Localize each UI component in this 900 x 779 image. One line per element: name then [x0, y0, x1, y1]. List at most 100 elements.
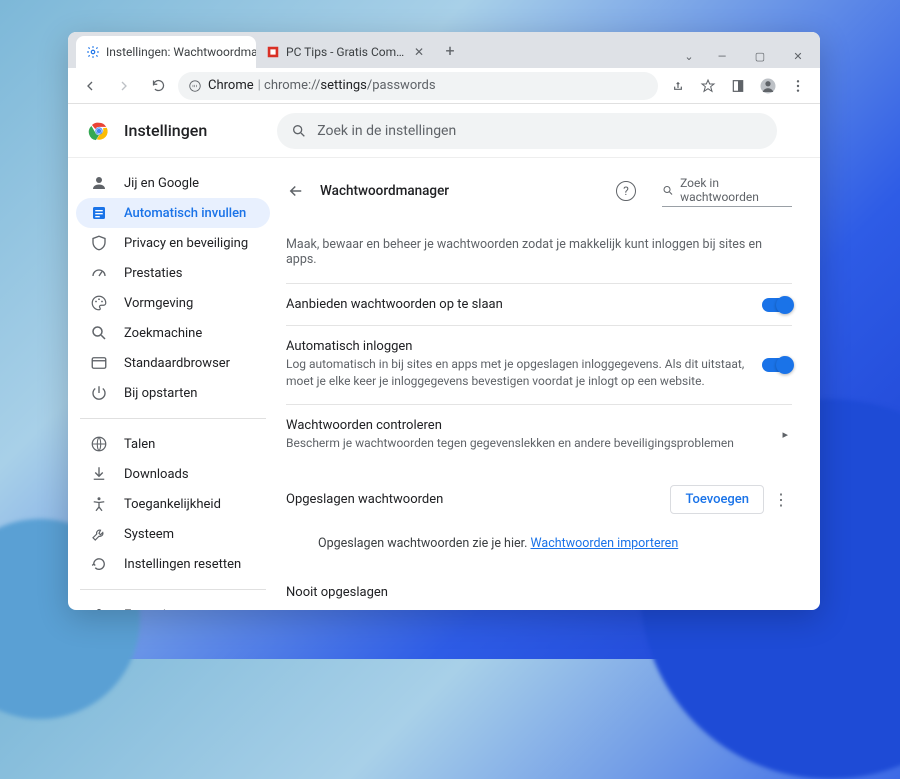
sidebar-item-extensions[interactable]: Extensies [76, 600, 270, 610]
help-icon[interactable]: ? [616, 181, 636, 201]
shield-icon [90, 234, 108, 252]
site-icon [266, 45, 280, 59]
download-icon [90, 465, 108, 483]
toggle-offer-save[interactable] [762, 298, 792, 312]
speedometer-icon [90, 264, 108, 282]
row-check-passwords[interactable]: Wachtwoorden controleren Bescherm je wac… [286, 404, 792, 465]
back-arrow-button[interactable] [286, 181, 306, 201]
import-passwords-link[interactable]: Wachtwoorden importeren [531, 536, 679, 551]
site-info-icon[interactable] [188, 79, 202, 93]
tab-settings[interactable]: Instellingen: Wachtwoordmanag ✕ [76, 36, 256, 68]
intro-text: Maak, bewaar en beheer je wachtwoorden z… [286, 215, 792, 283]
row-offer-save: Aanbieden wachtwoorden op te slaan [286, 283, 792, 325]
section-title: Opgeslagen wachtwoorden [286, 492, 670, 507]
sidebar-label: Zoekmachine [124, 326, 202, 341]
sidebar-item-accessibility[interactable]: Toegankelijkheid [76, 489, 270, 519]
sidebar-item-privacy[interactable]: Privacy en beveiliging [76, 228, 270, 258]
close-icon[interactable]: ✕ [412, 45, 426, 59]
chrome-window: Instellingen: Wachtwoordmanag ✕ PC Tips … [68, 32, 820, 610]
person-icon [90, 174, 108, 192]
toggle-auto-login[interactable] [762, 358, 792, 372]
sidebar-item-on-startup[interactable]: Bij opstarten [76, 378, 270, 408]
sidebar-label: Jij en Google [124, 176, 199, 191]
profile-icon[interactable] [754, 72, 782, 100]
forward-button[interactable] [110, 72, 138, 100]
pw-search-placeholder: Zoek in wachtwoorden [680, 176, 792, 204]
autofill-icon [90, 204, 108, 222]
close-button[interactable]: ✕ [780, 44, 816, 68]
saved-empty-message: Opgeslagen wachtwoorden zie je hier. Wac… [286, 520, 792, 559]
accessibility-icon [90, 495, 108, 513]
tab-pctips[interactable]: PC Tips - Gratis Computer Tips. ✕ [256, 36, 436, 68]
browser-toolbar: Chrome | chrome://settings/passwords [68, 68, 820, 104]
chevron-down-icon[interactable]: ⌄ [676, 44, 702, 68]
wrench-icon [90, 525, 108, 543]
palette-icon [90, 294, 108, 312]
address-bar[interactable]: Chrome | chrome://settings/passwords [178, 72, 658, 100]
sidebar-label: Automatisch invullen [124, 206, 246, 221]
sidebar-label: Instellingen resetten [124, 557, 241, 572]
sidebar-label: Extensies [124, 608, 180, 611]
minimize-button[interactable]: — [704, 44, 740, 68]
divider [80, 589, 266, 590]
sidebar-item-you-and-google[interactable]: Jij en Google [76, 168, 270, 198]
chrome-logo-icon [88, 120, 110, 142]
reading-list-icon[interactable] [724, 72, 752, 100]
external-link-icon [186, 609, 199, 611]
section-never-saved: Nooit opgeslagen [286, 559, 792, 606]
sidebar-label: Privacy en beveiliging [124, 236, 248, 251]
gear-icon [86, 45, 100, 59]
sidebar-item-languages[interactable]: Talen [76, 429, 270, 459]
section-title: Nooit opgeslagen [286, 585, 792, 600]
row-description: Bescherm je wachtwoorden tegen gegevensl… [286, 435, 768, 452]
tab-title: PC Tips - Gratis Computer Tips. [286, 45, 406, 59]
never-empty-message: Hier zie je sites die nooit wachtwoorden… [286, 606, 792, 610]
share-icon[interactable] [664, 72, 692, 100]
settings-search[interactable]: Zoek in de instellingen [277, 113, 777, 149]
search-icon [90, 324, 108, 342]
maximize-button[interactable]: ▢ [742, 44, 778, 68]
sidebar-label: Downloads [124, 467, 189, 482]
reset-icon [90, 555, 108, 573]
sidebar-label: Vormgeving [124, 296, 193, 311]
new-tab-button[interactable]: + [436, 36, 464, 64]
sidebar-item-performance[interactable]: Prestaties [76, 258, 270, 288]
menu-icon[interactable] [784, 72, 812, 100]
titlebar: Instellingen: Wachtwoordmanag ✕ PC Tips … [68, 32, 820, 68]
sidebar-label: Prestaties [124, 266, 182, 281]
row-title: Aanbieden wachtwoorden op te slaan [286, 297, 752, 312]
sidebar-item-appearance[interactable]: Vormgeving [76, 288, 270, 318]
settings-title: Instellingen [124, 121, 207, 140]
chevron-right-icon: ▸ [778, 428, 792, 441]
more-icon[interactable]: ⋮ [770, 490, 792, 509]
sidebar-item-autofill[interactable]: Automatisch invullen [76, 198, 270, 228]
omnibox-host: Chrome [208, 78, 254, 93]
row-description: Log automatisch in bij sites en apps met… [286, 356, 752, 391]
section-saved-passwords: Opgeslagen wachtwoorden Toevoegen ⋮ [286, 465, 792, 520]
search-icon [291, 123, 307, 139]
settings-header: Instellingen Zoek in de instellingen [68, 104, 820, 158]
sidebar-item-reset[interactable]: Instellingen resetten [76, 549, 270, 579]
tab-strip: Instellingen: Wachtwoordmanag ✕ PC Tips … [68, 36, 676, 68]
sidebar-item-downloads[interactable]: Downloads [76, 459, 270, 489]
main-panel: Wachtwoordmanager ? Zoek in wachtwoorden… [278, 158, 820, 610]
sidebar-item-default-browser[interactable]: Standaardbrowser [76, 348, 270, 378]
add-password-button[interactable]: Toevoegen [670, 485, 764, 514]
sidebar-label: Bij opstarten [124, 386, 197, 401]
globe-icon [90, 435, 108, 453]
sidebar-label: Systeem [124, 527, 174, 542]
omnibox-path: | chrome://settings/passwords [258, 78, 436, 93]
page-title: Wachtwoordmanager [320, 183, 602, 199]
sidebar-label: Standaardbrowser [124, 356, 230, 371]
back-button[interactable] [76, 72, 104, 100]
settings-sidebar: Jij en Google Automatisch invullen Priva… [68, 158, 278, 610]
reload-button[interactable] [144, 72, 172, 100]
bookmark-icon[interactable] [694, 72, 722, 100]
sidebar-item-system[interactable]: Systeem [76, 519, 270, 549]
password-search[interactable]: Zoek in wachtwoorden [662, 174, 792, 207]
divider [80, 418, 266, 419]
row-title: Automatisch inloggen [286, 339, 752, 354]
search-icon [662, 184, 674, 197]
sidebar-item-search-engine[interactable]: Zoekmachine [76, 318, 270, 348]
sidebar-label: Talen [124, 437, 155, 452]
